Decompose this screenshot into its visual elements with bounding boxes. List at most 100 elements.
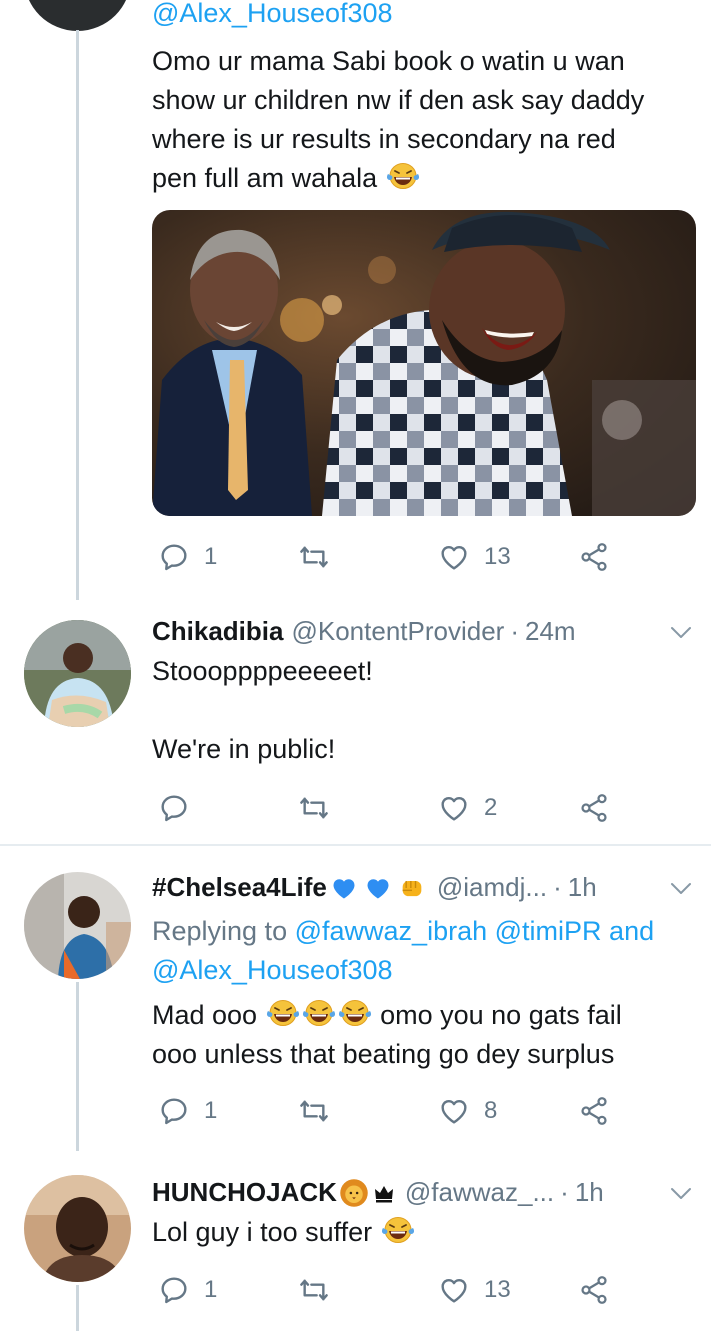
tweet-photo[interactable] <box>152 210 696 516</box>
reply-icon <box>158 1095 190 1127</box>
laughing-emoji-icon <box>266 998 300 1028</box>
timestamp[interactable]: 1h <box>575 1177 604 1208</box>
tweet-text-line-1: Lol guy i too suffer <box>152 1213 687 1252</box>
like-count: 8 <box>484 1097 498 1124</box>
retweet-button[interactable] <box>298 1270 330 1310</box>
display-name[interactable]: Chikadibia <box>152 616 283 647</box>
share-button[interactable] <box>578 537 610 577</box>
tweet-1[interactable]: @Alex_Houseof308 Omo ur mama Sabi book o… <box>0 0 711 600</box>
tweet-header: Chikadibia @KontentProvider · 24m <box>152 616 691 647</box>
avatar-photo <box>24 872 131 979</box>
tweet-text-part: omo you no gats fail <box>380 1000 622 1030</box>
tweet-text-part: Mad ooo <box>152 1000 258 1030</box>
retweet-icon <box>298 1274 330 1306</box>
mention[interactable]: @Alex_Houseof308 <box>152 0 393 28</box>
laughing-emoji-icon <box>386 161 420 191</box>
tweet-3[interactable]: #Chelsea4Life @iamdj... · 1h Replying to… <box>0 846 711 1151</box>
mention[interactable]: @fawwaz_ibrah <box>295 916 488 946</box>
avatar[interactable] <box>24 872 131 979</box>
display-name[interactable]: #Chelsea4Life <box>152 872 327 903</box>
user-handle[interactable]: @iamdj... <box>437 872 547 903</box>
share-button[interactable] <box>578 1270 610 1310</box>
reply-button[interactable] <box>158 788 204 828</box>
user-handle[interactable]: @fawwaz_... <box>405 1177 554 1208</box>
laughing-emoji-icon <box>302 998 336 1028</box>
reply-icon <box>158 1274 190 1306</box>
retweet-icon <box>298 541 330 573</box>
share-button[interactable] <box>578 788 610 828</box>
timestamp[interactable]: 24m <box>525 616 576 647</box>
tweet-text-part: Lol guy i too suffer <box>152 1217 373 1247</box>
retweet-icon <box>298 792 330 824</box>
like-button[interactable]: 2 <box>438 788 497 828</box>
photo-two-men-laughing <box>152 210 696 516</box>
replying-handle[interactable]: @Alex_Houseof308 <box>152 0 701 33</box>
tweet-text: Lol guy i too suffer <box>152 1213 687 1252</box>
separator-dot: · <box>560 1177 569 1207</box>
tweet-text-line: Omo ur mama Sabi book o watin u wan <box>152 46 625 76</box>
chevron-down-icon[interactable] <box>669 1181 693 1205</box>
like-icon <box>438 1095 470 1127</box>
tweet-4[interactable]: HUNCHOJACK @fawwaz_... · 1h Lol guy i to… <box>0 1151 711 1331</box>
replying-and[interactable]: and <box>609 916 654 946</box>
crown-icon <box>374 1185 393 1202</box>
like-button[interactable]: 13 <box>438 537 511 577</box>
tweet-text-line: pen full am wahala <box>152 163 378 193</box>
blue-heart-icon <box>333 878 355 898</box>
retweet-button[interactable] <box>298 537 330 577</box>
avatar[interactable] <box>24 0 131 31</box>
thread-line <box>76 982 79 1151</box>
avatar[interactable] <box>24 620 131 727</box>
tweet-2[interactable]: Chikadibia @KontentProvider · 24m Stooop… <box>0 600 711 846</box>
blue-heart-icon <box>367 878 389 898</box>
tweet-text-line: where is ur results in secondary na red <box>152 124 616 154</box>
reply-icon <box>158 541 190 573</box>
chevron-down-icon[interactable] <box>669 876 693 900</box>
replying-to: Replying to @fawwaz_ibrah @timiPR and @A… <box>152 912 701 990</box>
tweet-text-line: ooo unless that beating go dey surplus <box>152 1039 615 1069</box>
tweet-text-line-4: pen full am wahala <box>152 159 687 198</box>
retweet-button[interactable] <box>298 1091 330 1131</box>
tweet-actions: 2 <box>152 788 622 828</box>
user-handle[interactable]: @KontentProvider <box>291 616 504 647</box>
like-button[interactable]: 13 <box>438 1270 511 1310</box>
like-icon <box>438 541 470 573</box>
like-button[interactable]: 8 <box>438 1091 497 1131</box>
reply-button[interactable]: 1 <box>158 1270 217 1310</box>
like-icon <box>438 792 470 824</box>
reply-button[interactable]: 1 <box>158 537 217 577</box>
like-count: 13 <box>484 543 511 570</box>
tweet-actions: 1 13 <box>152 537 622 577</box>
timestamp[interactable]: 1h <box>568 872 597 903</box>
separator-dot: · <box>553 872 562 902</box>
lion-icon <box>340 1178 368 1207</box>
tweet-text-line: Stoooppppeeeeet! <box>152 656 373 686</box>
avatar[interactable] <box>24 1175 131 1282</box>
tweet-text: Stoooppppeeeeet! We're in public! <box>152 652 687 769</box>
chevron-down-icon[interactable] <box>669 620 693 644</box>
thread-line <box>76 1285 79 1331</box>
mention[interactable]: @Alex_Houseof308 <box>152 955 393 985</box>
reply-button[interactable]: 1 <box>158 1091 217 1131</box>
share-icon <box>578 792 610 824</box>
retweet-icon <box>298 1095 330 1127</box>
reply-count: 1 <box>204 1097 218 1124</box>
like-icon <box>438 1274 470 1306</box>
thread-line <box>76 30 79 600</box>
laughing-emoji-icon <box>338 998 372 1028</box>
mention[interactable]: @timiPR <box>495 916 602 946</box>
tweet-header: #Chelsea4Life @iamdj... · 1h <box>152 872 691 903</box>
display-name[interactable]: HUNCHOJACK <box>152 1177 337 1208</box>
tweet-actions: 1 13 <box>152 1270 622 1310</box>
share-button[interactable] <box>578 1091 610 1131</box>
separator-dot: · <box>510 616 519 646</box>
like-count: 13 <box>484 1276 511 1303</box>
share-icon <box>578 1274 610 1306</box>
replying-to-label: Replying to <box>152 916 288 946</box>
retweet-button[interactable] <box>298 788 330 828</box>
tweet-text-line: We're in public! <box>152 734 336 764</box>
tweet-text: Mad ooo omo you no gats fail ooo unless … <box>152 996 687 1074</box>
reply-count: 1 <box>204 543 218 570</box>
tweet-text-line: show ur children nw if den ask say daddy <box>152 85 645 115</box>
tweet-text: Omo ur mama Sabi book o watin u wan show… <box>152 42 687 198</box>
